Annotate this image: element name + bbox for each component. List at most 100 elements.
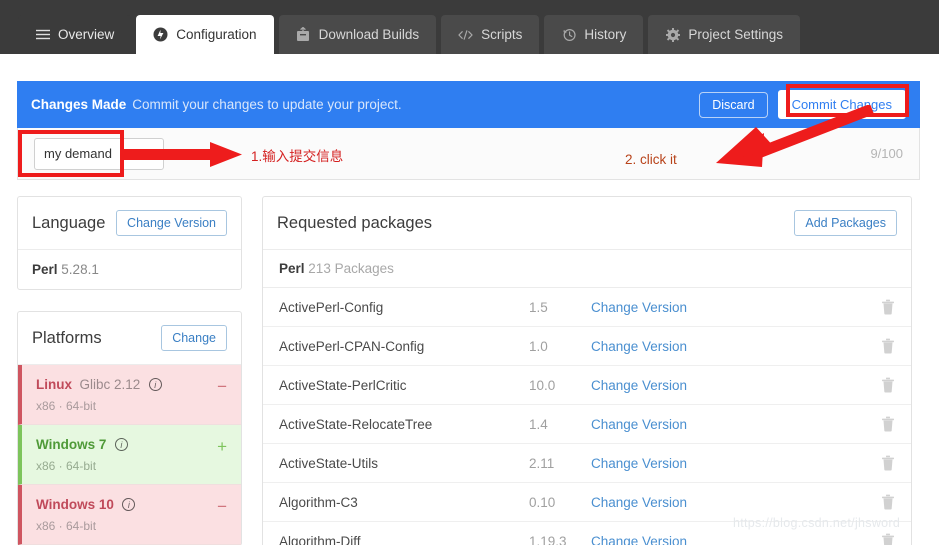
table-row[interactable]: Algorithm-C3 0.10 Change Version <box>263 483 911 522</box>
language-title: Language <box>32 213 106 232</box>
tab-project-settings-label: Project Settings <box>688 27 783 42</box>
package-version: 1.5 <box>529 299 548 315</box>
gear-circle-icon <box>153 27 168 42</box>
banner-actions: Discard Commit Changes <box>699 90 906 119</box>
package-version: 2.11 <box>529 455 555 471</box>
platform-heading: Windows 10 i <box>36 496 227 514</box>
packages-group-count: 213 Packages <box>308 261 394 276</box>
trash-icon[interactable] <box>881 533 895 545</box>
changes-banner: Changes Made Commit your changes to upda… <box>17 81 920 128</box>
table-row[interactable]: ActiveState-PerlCritic 10.0 Change Versi… <box>263 366 911 405</box>
change-version-link[interactable]: Change Version <box>591 534 687 545</box>
trash-icon[interactable] <box>881 338 895 354</box>
change-version-link[interactable]: Change Version <box>591 300 687 315</box>
package-version: 1.4 <box>529 416 548 432</box>
packages-group-header: Perl 213 Packages <box>263 250 911 288</box>
commit-message-bar: 9/100 <box>17 128 920 180</box>
char-counter: 9/100 <box>870 146 903 161</box>
change-version-link[interactable]: Change Version <box>591 456 687 471</box>
table-row[interactable]: ActiveState-Utils 2.11 Change Version <box>263 444 911 483</box>
banner-title: Changes Made <box>31 97 127 112</box>
trash-icon[interactable] <box>881 494 895 510</box>
package-version: 10.0 <box>529 377 556 393</box>
table-row[interactable]: ActiveState-RelocateTree 1.4 Change Vers… <box>263 405 911 444</box>
packages-title: Requested packages <box>277 213 433 232</box>
trash-icon[interactable] <box>881 377 895 393</box>
change-version-link[interactable]: Change Version <box>591 417 687 432</box>
tab-scripts[interactable]: Scripts <box>441 15 540 54</box>
tab-download-builds-label: Download Builds <box>318 27 420 42</box>
platform-heading: Linux Glibc 2.12 i <box>36 376 227 394</box>
table-row[interactable]: Algorithm-Diff 1.19.3 Change Version <box>263 522 911 545</box>
right-column: Requested packages Add Packages Perl 213… <box>262 196 912 545</box>
platform-version: Glibc 2.12 <box>79 377 141 392</box>
language-value-row: Perl 5.28.1 <box>18 250 241 289</box>
platform-arch: x86 · 64-bit <box>36 399 97 413</box>
top-navbar: Overview Configuration Download Builds S… <box>0 0 939 54</box>
download-box-icon <box>296 27 311 42</box>
requested-packages-card: Requested packages Add Packages Perl 213… <box>262 196 912 545</box>
trash-icon[interactable] <box>881 299 895 315</box>
package-name: ActivePerl-CPAN-Config <box>279 338 425 354</box>
tab-overview-label: Overview <box>58 27 115 42</box>
plus-icon[interactable]: + <box>217 437 227 457</box>
change-version-link[interactable]: Change Version <box>591 378 687 393</box>
code-brackets-icon <box>458 27 473 42</box>
package-version: 1.0 <box>529 338 548 354</box>
tab-history-label: History <box>584 27 627 42</box>
minus-icon[interactable]: − <box>217 377 227 397</box>
language-version: 5.28.1 <box>61 262 99 277</box>
table-row[interactable]: ActivePerl-Config 1.5 Change Version <box>263 288 911 327</box>
tab-scripts-label: Scripts <box>481 27 523 42</box>
hamburger-icon <box>35 27 50 42</box>
commit-changes-button[interactable]: Commit Changes <box>777 90 906 119</box>
app-root: Overview Configuration Download Builds S… <box>0 0 939 545</box>
tab-overview[interactable]: Overview <box>18 15 132 54</box>
info-icon[interactable]: i <box>148 378 162 391</box>
trash-icon[interactable] <box>881 455 895 471</box>
package-name: Algorithm-Diff <box>279 533 361 545</box>
gear-icon <box>665 27 680 42</box>
package-version: 0.10 <box>529 494 556 510</box>
tab-history[interactable]: History <box>544 15 644 54</box>
platform-heading: Windows 7 i <box>36 436 227 454</box>
platforms-card-header: Platforms Change <box>18 312 241 365</box>
change-version-button[interactable]: Change Version <box>116 210 227 236</box>
clock-revert-icon <box>561 27 576 42</box>
info-icon[interactable]: i <box>114 438 128 451</box>
info-icon[interactable]: i <box>122 498 136 511</box>
tab-project-settings[interactable]: Project Settings <box>648 15 800 54</box>
platform-row[interactable]: Windows 7 i x86 · 64-bit + <box>18 425 241 485</box>
tab-configuration-label: Configuration <box>176 27 257 42</box>
tab-configuration[interactable]: Configuration <box>136 15 274 54</box>
platform-arch: x86 · 64-bit <box>36 519 97 533</box>
change-version-link[interactable]: Change Version <box>591 339 687 354</box>
platform-row[interactable]: Windows 10 i x86 · 64-bit − <box>18 485 241 545</box>
platform-arch: x86 · 64-bit <box>36 459 97 473</box>
add-packages-button[interactable]: Add Packages <box>794 210 897 236</box>
table-row[interactable]: ActivePerl-CPAN-Config 1.0 Change Versio… <box>263 327 911 366</box>
package-name: ActiveState-Utils <box>279 455 379 471</box>
banner-subtitle: Commit your changes to update your proje… <box>132 97 402 112</box>
platform-name: Windows 7 <box>36 437 107 452</box>
nav-tab-list: Overview Configuration Download Builds S… <box>18 15 805 54</box>
package-name: Algorithm-C3 <box>279 494 358 510</box>
language-card-header: Language Change Version <box>18 197 241 250</box>
change-platforms-button[interactable]: Change <box>161 325 227 351</box>
package-name: ActiveState-PerlCritic <box>279 377 407 393</box>
platform-name: Linux <box>36 377 72 392</box>
platforms-card: Platforms Change Linux Glibc 2.12 i x86 … <box>17 311 242 545</box>
language-name: Perl <box>32 262 58 277</box>
packages-group-name: Perl <box>279 261 305 276</box>
change-version-link[interactable]: Change Version <box>591 495 687 510</box>
trash-icon[interactable] <box>881 416 895 432</box>
commit-message-input[interactable] <box>34 137 164 170</box>
minus-icon[interactable]: − <box>217 497 227 517</box>
discard-button[interactable]: Discard <box>699 91 768 118</box>
platforms-title: Platforms <box>32 328 102 347</box>
left-column: Language Change Version Perl 5.28.1 Plat… <box>17 196 242 545</box>
platform-name: Windows 10 <box>36 497 114 512</box>
package-name: ActiveState-RelocateTree <box>279 416 433 432</box>
tab-download-builds[interactable]: Download Builds <box>278 15 437 54</box>
platform-row[interactable]: Linux Glibc 2.12 i x86 · 64-bit − <box>18 365 241 425</box>
